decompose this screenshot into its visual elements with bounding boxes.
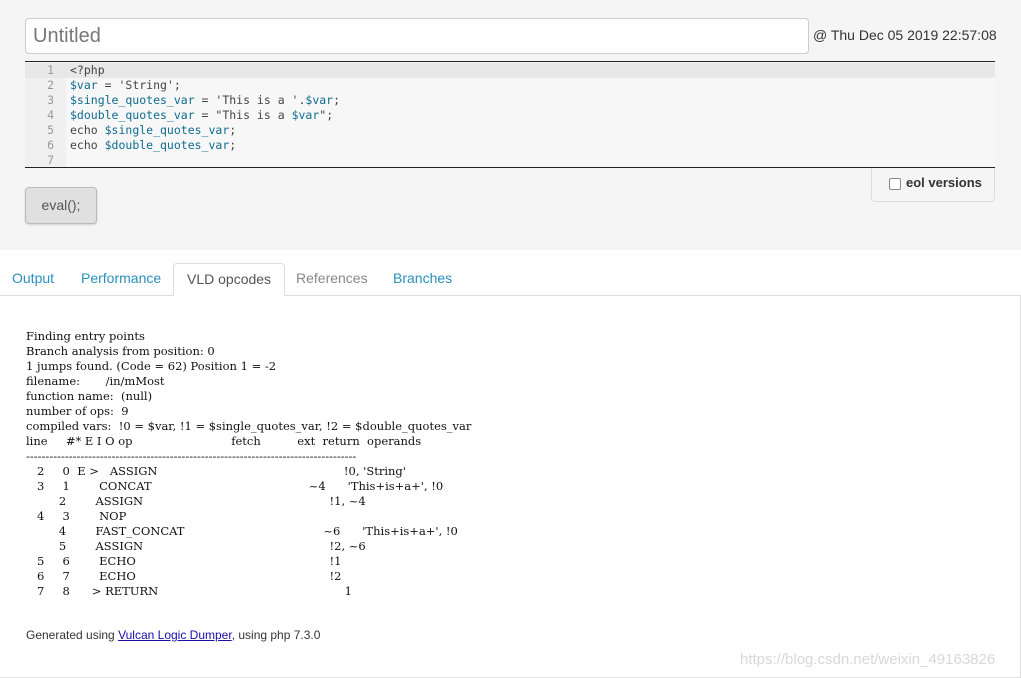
- vld-line: function name: (null): [26, 389, 153, 403]
- tab-performance[interactable]: Performance: [81, 263, 161, 296]
- vld-line: 7 8 > RETURN 1: [26, 584, 352, 598]
- line-number: 3: [47, 93, 54, 107]
- title-input[interactable]: [25, 18, 809, 54]
- vld-line: 5 6 ECHO !1: [26, 554, 342, 568]
- vld-line: 6 7 ECHO !2: [26, 569, 342, 583]
- code-text: echo $single_quotes_var;: [70, 123, 237, 137]
- code-line[interactable]: 1 <?php: [25, 63, 995, 78]
- code-line[interactable]: 2 $var = 'String';: [25, 78, 995, 93]
- eval-button[interactable]: eval();: [25, 187, 97, 224]
- footer-prefix: Generated using: [26, 628, 119, 642]
- vld-output: Finding entry points Branch analysis from…: [26, 329, 726, 599]
- tab-output[interactable]: Output: [12, 263, 54, 296]
- vld-line: line #* E I O op fetch ext return operan…: [26, 434, 422, 448]
- vld-line: filename: /in/mMost: [26, 374, 165, 388]
- result-tabs: Output Performance VLD opcodes Reference…: [0, 263, 1021, 297]
- code-line[interactable]: 4 $double_quotes_var = "This is a $var";: [25, 108, 995, 123]
- code-line[interactable]: 6 echo $double_quotes_var;: [25, 138, 995, 153]
- eol-versions-checkbox[interactable]: [889, 178, 901, 190]
- tab-references[interactable]: References: [296, 263, 368, 296]
- code-editor[interactable]: 1 <?php 2 $var = 'String'; 3 $single_quotes_v…: [25, 61, 995, 168]
- code-text: $var = 'String';: [70, 78, 181, 92]
- vld-line: 4 3 NOP: [26, 509, 127, 523]
- code-text: $single_quotes_var = 'This is a '.$var;: [70, 93, 341, 107]
- editor-panel: @ Thu Dec 05 2019 22:57:08 1 <?php 2 $var =…: [0, 0, 1021, 250]
- watermark: https://blog.csdn.net/weixin_49163826: [740, 651, 996, 668]
- vld-line: 2 0 E > ASSIGN !0, 'String': [26, 464, 406, 478]
- line-number: 2: [47, 78, 54, 92]
- footer-suffix: , using php 7.3.0: [231, 628, 321, 642]
- vld-line: 4 FAST_CONCAT ~6 'This+is+a+', !0: [26, 524, 458, 538]
- tab-vld-opcodes[interactable]: VLD opcodes: [173, 263, 286, 297]
- vld-line: 5 ASSIGN !2, ~6: [26, 539, 366, 553]
- vld-line: ----------------------------------------…: [26, 449, 357, 463]
- code-text: echo $double_quotes_var;: [70, 138, 237, 152]
- code-text: $double_quotes_var = "This is a $var";: [70, 108, 334, 122]
- line-number: 4: [47, 108, 54, 122]
- code-line[interactable]: 5 echo $single_quotes_var;: [25, 123, 995, 138]
- eol-versions-label: eol versions: [906, 175, 982, 190]
- vld-line: Finding entry points: [26, 329, 145, 343]
- line-number: 7: [47, 153, 54, 167]
- vld-link[interactable]: Vulcan Logic Dumper: [118, 628, 232, 642]
- vld-line: 1 jumps found. (Code = 62) Position 1 = …: [26, 359, 277, 373]
- line-number: 6: [47, 138, 54, 152]
- line-number: 5: [47, 123, 54, 137]
- vld-line: compiled vars: !0 = $var, !1 = $single_q…: [26, 419, 472, 433]
- code-line[interactable]: 3 $single_quotes_var = 'This is a '.$var;: [25, 93, 995, 108]
- code-line[interactable]: 7: [25, 153, 995, 168]
- vld-line: Branch analysis from position: 0: [26, 344, 215, 358]
- eol-versions-toggle[interactable]: eol versions: [871, 168, 995, 202]
- vld-line: number of ops: 9: [26, 404, 129, 418]
- tab-content: Finding entry points Branch analysis from…: [0, 296, 1021, 678]
- vld-line: 2 ASSIGN !1, ~4: [26, 494, 366, 508]
- footer: Generated using Vulcan Logic Dumper, usi…: [26, 628, 320, 642]
- tab-branches[interactable]: Branches: [393, 263, 452, 296]
- code-text: <?php: [70, 63, 105, 77]
- line-number: 1: [47, 63, 54, 77]
- timestamp: @ Thu Dec 05 2019 22:57:08: [813, 27, 997, 43]
- vld-line: 3 1 CONCAT ~4 'This+is+a+', !0: [26, 479, 444, 493]
